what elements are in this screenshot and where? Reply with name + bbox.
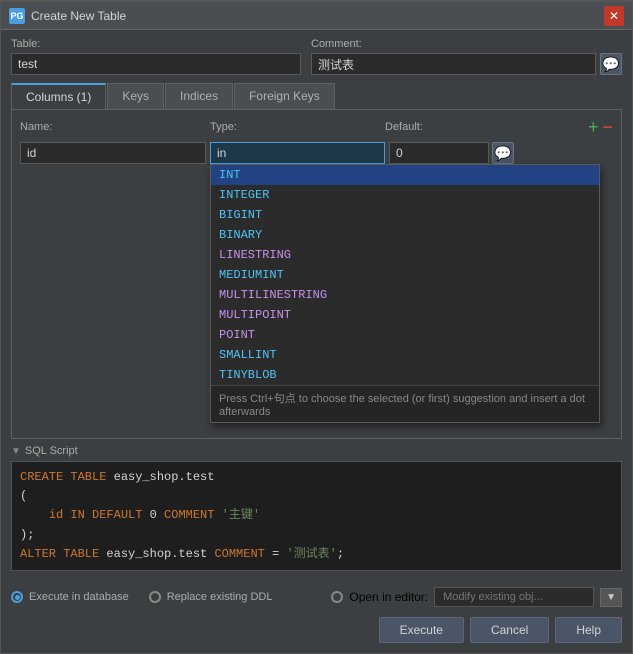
col-type-label: Type: [210,121,385,133]
comment-field-group: Comment: 💬 [311,38,622,75]
dropdown-item-multilinestring[interactable]: MULTILINESTRING [211,285,599,305]
radio-replace-btn[interactable] [149,591,161,603]
sql-editor[interactable]: CREATE TABLE easy_shop.test ( id IN DEFA… [11,461,622,571]
radio-execute: Execute in database [11,591,129,603]
dropdown-item-smallint[interactable]: SMALLINT [211,345,599,365]
radio-execute-btn[interactable] [11,591,23,603]
column-name-input[interactable] [20,142,206,164]
sql-alter-name: easy_shop.test [99,547,207,561]
tab-content: Name: Type: Default: + − INT INTEGER [11,109,622,439]
sql-toggle[interactable]: ▼ [11,446,21,457]
dropdown-item-linestring[interactable]: LINESTRING [211,245,599,265]
sql-line-5: ALTER TABLE easy_shop.test COMMENT = '测试… [20,545,613,564]
radio-editor-label: Open in editor: [349,590,428,604]
column-default-input[interactable] [389,142,489,164]
footer-options: Execute in database Replace existing DDL… [1,579,632,613]
sql-line-2: ( [20,487,613,506]
tab-foreign-keys[interactable]: Foreign Keys [234,83,335,109]
sql-section: ▼ SQL Script CREATE TABLE easy_shop.test… [11,445,622,571]
sql-comment-val: '主键' [214,508,260,522]
app-icon: PG [9,8,25,24]
columns-header: Name: Type: Default: + − [20,118,613,136]
table-label: Table: [11,38,301,50]
column-type-input[interactable] [210,142,385,164]
default-icon-btn[interactable]: 💬 [492,142,514,164]
execute-button[interactable]: Execute [379,617,464,643]
cancel-button[interactable]: Cancel [470,617,549,643]
col-default-label: Default: [385,121,588,133]
comment-icon-btn[interactable]: 💬 [600,53,622,75]
remove-column-btn[interactable]: − [602,118,613,136]
sql-semi: ; [337,547,344,561]
sql-line-1: CREATE TABLE easy_shop.test [20,468,613,487]
type-dropdown: INT INTEGER BIGINT BINARY LINESTRING MED… [210,164,600,423]
sql-table-name: easy_shop.test [106,470,214,484]
help-button[interactable]: Help [555,617,622,643]
radio-execute-label: Execute in database [29,591,129,603]
tabs: Columns (1) Keys Indices Foreign Keys [11,83,622,109]
sql-kw-default: DEFAULT [85,508,143,522]
sql-col-name: id [49,508,63,522]
dropdown-item-binary[interactable]: BINARY [211,225,599,245]
sql-header: ▼ SQL Script [11,445,622,457]
radio-editor-btn[interactable] [331,591,343,603]
tab-columns[interactable]: Columns (1) [11,83,106,109]
add-column-btn[interactable]: + [588,118,599,136]
tab-keys[interactable]: Keys [107,83,164,109]
table-field-group: Table: [11,38,301,75]
sql-kw-alter: ALTER TABLE [20,547,99,561]
sql-line-3: id IN DEFAULT 0 COMMENT '主键' [20,506,613,525]
dropdown-item-tinyblob[interactable]: TINYBLOB [211,365,599,385]
sql-section-label: SQL Script [25,445,78,457]
dropdown-item-point[interactable]: POINT [211,325,599,345]
col-type-wrapper: INT INTEGER BIGINT BINARY LINESTRING MED… [210,142,385,164]
dialog-content: Table: Comment: 💬 Columns (1) Keys Indic… [1,30,632,579]
radio-replace-label: Replace existing DDL [167,591,273,603]
sql-table-comment: '测试表' [279,547,337,561]
editor-dropdown-btn[interactable]: ▼ [600,588,622,607]
dialog-title: Create New Table [31,9,604,23]
dropdown-item-int[interactable]: INT [211,165,599,185]
dropdown-item-integer[interactable]: INTEGER [211,185,599,205]
sql-default-val: 0 [142,508,156,522]
open-editor-input[interactable] [434,587,594,607]
column-row: INT INTEGER BIGINT BINARY LINESTRING MED… [20,142,613,164]
dropdown-item-bigint[interactable]: BIGINT [211,205,599,225]
dropdown-item-mediumint[interactable]: MEDIUMINT [211,265,599,285]
top-fields: Table: Comment: 💬 [11,38,622,75]
titlebar: PG Create New Table ✕ [1,2,632,30]
sql-line-4: ); [20,526,613,545]
radio-replace: Replace existing DDL [149,591,273,603]
tab-indices[interactable]: Indices [165,83,233,109]
dropdown-hint: Press Ctrl+句点 to choose the selected (or… [211,385,599,422]
sql-kw-in: IN [63,508,85,522]
comment-input[interactable] [311,53,596,75]
create-table-dialog: PG Create New Table ✕ Table: Comment: 💬 … [0,0,633,654]
footer-buttons: Execute Cancel Help [1,613,632,653]
comment-row: 💬 [311,53,622,75]
open-editor-group: Open in editor: ▼ [331,587,622,607]
header-actions: + − [588,118,613,136]
table-name-input[interactable] [11,53,301,75]
sql-eq: = [265,547,279,561]
comment-label: Comment: [311,38,622,50]
sql-indent [20,508,49,522]
col-labels: Name: Type: Default: [20,121,588,133]
sql-kw-create: CREATE TABLE [20,470,106,484]
close-button[interactable]: ✕ [604,6,624,26]
col-default-wrapper: 💬 [389,142,613,164]
sql-kw-comment2: COMMENT [207,547,265,561]
sql-kw-comment: COMMENT [157,508,215,522]
dropdown-item-multipoint[interactable]: MULTIPOINT [211,305,599,325]
col-name-label: Name: [20,121,210,133]
